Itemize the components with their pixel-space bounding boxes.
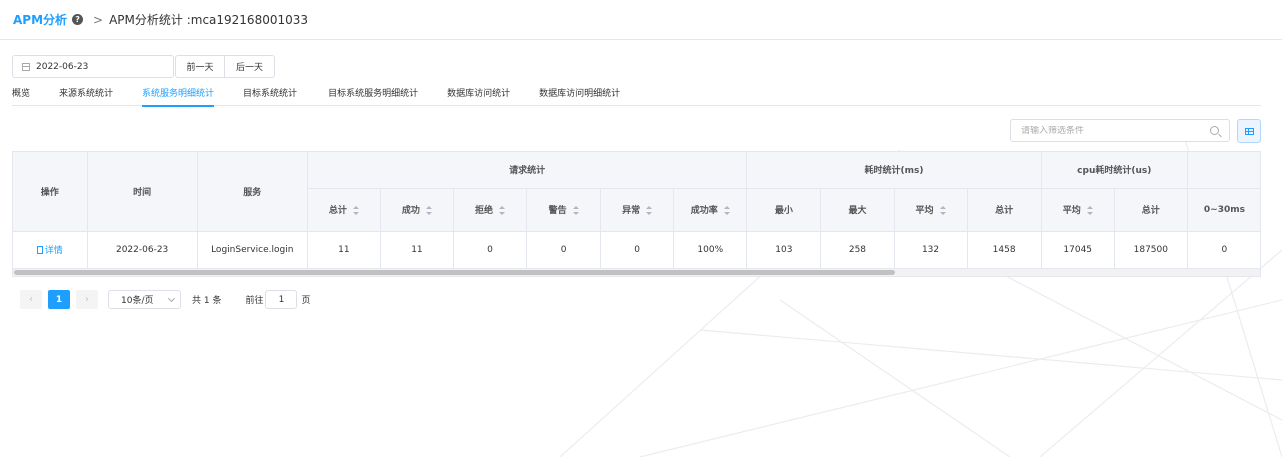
- header-label: 异常: [622, 206, 641, 216]
- page-size-select[interactable]: 10条/页: [108, 290, 181, 309]
- goto-label: 前往: [245, 296, 264, 306]
- header-cpu-group: cpu耗时统计(us): [1041, 152, 1188, 189]
- header-req-warn[interactable]: 警告: [526, 188, 602, 232]
- sort-icon[interactable]: [723, 206, 730, 215]
- cell-cpu-avg: 17045: [1041, 231, 1115, 269]
- filter-input[interactable]: [1021, 125, 1201, 136]
- search-icon[interactable]: [1210, 126, 1219, 135]
- sort-icon[interactable]: [646, 206, 653, 215]
- help-icon[interactable]: ?: [72, 14, 84, 25]
- header-label: 警告: [548, 206, 567, 216]
- day-button-group: 前一天 后一天: [175, 55, 275, 78]
- next-page-button[interactable]: ›: [76, 290, 98, 309]
- column-settings-button[interactable]: [1237, 119, 1261, 143]
- header-dur-max: 最大: [820, 188, 895, 232]
- header-label: 成功: [401, 206, 420, 216]
- header-label: 平均: [915, 206, 934, 216]
- header-dur-min: 最小: [746, 188, 822, 232]
- tab-bar: 概览 来源系统统计 系统服务明细统计 目标系统统计 目标系统服务明细统计 数据库…: [12, 84, 1261, 107]
- detail-link[interactable]: 详情: [36, 246, 63, 256]
- total-count: 共 1 条: [192, 296, 222, 306]
- scrollbar-thumb[interactable]: [14, 270, 895, 275]
- sort-icon[interactable]: [352, 206, 359, 215]
- header-cpu-sum: 总计: [1114, 188, 1188, 232]
- prev-day-button[interactable]: 前一天: [175, 55, 225, 78]
- header-duration-group: 耗时统计(ms): [746, 152, 1042, 189]
- cell-sum: 1458: [967, 231, 1042, 269]
- page-title: APM分析统计 :mca192168001033: [109, 13, 309, 27]
- header-label: 平均: [1062, 206, 1081, 216]
- tab-system-service-detail[interactable]: 系统服务明细统计: [142, 84, 215, 107]
- cell-total: 11: [307, 231, 381, 269]
- header-label: 总计: [328, 206, 347, 216]
- cell-time: 2022-06-23: [87, 231, 198, 269]
- horizontal-scrollbar[interactable]: [13, 269, 1260, 276]
- tab-overview[interactable]: 概览: [12, 84, 30, 106]
- cell-min: 103: [746, 231, 822, 269]
- header-req-success[interactable]: 成功: [380, 188, 454, 232]
- page-size-value: 10条/页: [121, 296, 154, 306]
- tab-db-access[interactable]: 数据库访问统计: [447, 84, 510, 106]
- cell-error: 0: [600, 231, 675, 269]
- prev-page-button[interactable]: ‹: [20, 290, 42, 309]
- header-req-error[interactable]: 异常: [600, 188, 675, 232]
- sort-icon[interactable]: [1086, 206, 1093, 215]
- header-req-total[interactable]: 总计: [307, 188, 381, 232]
- sort-icon[interactable]: [499, 206, 505, 215]
- tab-source-system[interactable]: 来源系统统计: [59, 84, 113, 106]
- brand-link[interactable]: APM分析: [13, 11, 67, 28]
- detail-label: 详情: [44, 246, 63, 256]
- cell-max: 258: [820, 231, 895, 269]
- pagination: ‹ 1 › 10条/页 共 1 条 前往 页: [20, 290, 310, 309]
- page-number-current[interactable]: 1: [48, 290, 70, 309]
- cell-warn: 0: [526, 231, 602, 269]
- date-value: 2022-06-23: [36, 61, 89, 72]
- header-range-0-30: 0~30ms: [1187, 188, 1260, 232]
- cell-action: 详情: [13, 231, 88, 269]
- header-request-group: 请求统计: [307, 152, 748, 189]
- stats-table: 操作 时间 服务 请求统计 耗时统计(ms) cpu耗时统计(us) 总计 成功…: [12, 151, 1261, 277]
- header-dur-avg[interactable]: 平均: [894, 188, 968, 232]
- cell-success: 11: [380, 231, 454, 269]
- calendar-icon: [22, 62, 30, 71]
- cell-cpu-sum: 187500: [1114, 231, 1188, 269]
- date-bar: 2022-06-23 前一天 后一天: [12, 55, 275, 78]
- filter-box: [1010, 119, 1230, 142]
- document-icon: [36, 246, 43, 254]
- chevron-down-icon: [167, 294, 176, 302]
- header-dur-sum: 总计: [967, 188, 1042, 232]
- header-req-success-rate[interactable]: 成功率: [673, 188, 748, 232]
- header-action: 操作: [13, 152, 88, 232]
- header-req-reject[interactable]: 拒绝: [453, 188, 528, 232]
- breadcrumb-separator-icon: >: [93, 12, 104, 27]
- cell-service: LoginService.login: [197, 231, 308, 269]
- sort-icon[interactable]: [572, 206, 579, 215]
- page-header: APM分析 ? > APM分析统计 :mca192168001033: [0, 0, 1282, 40]
- tab-db-access-detail[interactable]: 数据库访问明细统计: [539, 84, 620, 106]
- cell-success-rate: 100%: [673, 231, 748, 269]
- header-time: 时间: [87, 152, 198, 232]
- header-label: 成功率: [690, 206, 718, 216]
- date-picker[interactable]: 2022-06-23: [12, 55, 174, 78]
- goto-unit: 页: [301, 296, 311, 306]
- goto-page-input[interactable]: [265, 290, 298, 309]
- header-extra-group: [1187, 152, 1260, 189]
- cell-avg: 132: [894, 231, 968, 269]
- grid-icon: [1244, 127, 1254, 135]
- tab-target-service-detail[interactable]: 目标系统服务明细统计: [328, 84, 418, 106]
- cell-range-0-30: 0: [1187, 231, 1260, 269]
- header-cpu-avg[interactable]: 平均: [1041, 188, 1115, 232]
- sort-icon[interactable]: [425, 206, 432, 215]
- sort-icon[interactable]: [939, 206, 946, 215]
- header-service: 服务: [197, 152, 308, 232]
- tab-target-system[interactable]: 目标系统统计: [243, 84, 297, 106]
- header-label: 拒绝: [474, 206, 493, 216]
- cell-reject: 0: [453, 231, 528, 269]
- next-day-button[interactable]: 后一天: [225, 55, 275, 78]
- table-row: 详情 2022-06-23 LoginService.login 11 11 0…: [13, 231, 1260, 269]
